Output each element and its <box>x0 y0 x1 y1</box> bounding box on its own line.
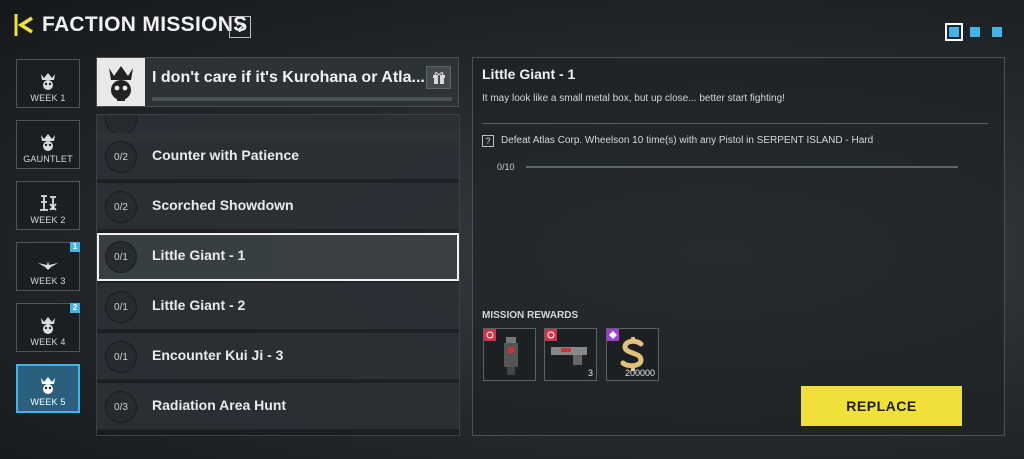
mission-name: Radiation Area Hunt <box>152 397 287 413</box>
notification-badge: 2 <box>70 303 80 313</box>
page-indicator-1[interactable] <box>945 23 963 41</box>
page-indicator-2[interactable] <box>970 27 980 37</box>
pistol-icon <box>551 347 587 365</box>
sidebar-item-week-3[interactable]: WEEK 3 1 <box>16 242 80 291</box>
sidebar-item-label: GAUNTLET <box>23 154 73 164</box>
gift-button[interactable] <box>426 66 451 89</box>
skull-crown-icon <box>41 317 55 334</box>
back-arrow-icon[interactable] <box>14 12 38 38</box>
mission-progress: 0/2 <box>105 141 137 173</box>
page-title: FACTION MISSIONS <box>42 13 248 36</box>
objective-help-icon[interactable]: ? <box>482 135 494 147</box>
skull-crown-icon <box>41 134 55 151</box>
mission-name: Counter with Patience <box>152 147 300 163</box>
sidebar-item-label: WEEK 4 <box>30 337 66 347</box>
mission-progress <box>105 115 137 135</box>
faction-progress-bar <box>152 97 452 101</box>
mission-name: Little Giant - 1 <box>152 247 246 263</box>
skull-crown-icon <box>41 377 55 394</box>
sidebar-item-gauntlet[interactable]: GAUNTLET <box>16 120 80 169</box>
rarity-tag-icon <box>607 329 619 341</box>
divider <box>482 123 988 124</box>
wing-emblem-icon <box>38 261 58 270</box>
cod-points-icon <box>620 337 644 371</box>
mission-row-3[interactable]: 0/1 Little Giant - 1 <box>97 233 459 281</box>
kanji-emblem-icon <box>40 195 57 211</box>
faction-quote: I don't care if it's Kurohana or Atla... <box>152 69 425 86</box>
sidebar-item-week-4[interactable]: WEEK 4 2 <box>16 303 80 352</box>
mission-progress: 0/3 <box>105 391 137 423</box>
rewards-label: MISSION REWARDS <box>482 310 579 321</box>
reward-count: 3 <box>587 368 593 378</box>
objective-progress-text: 0/10 <box>497 162 515 172</box>
sidebar-item-week-2[interactable]: WEEK 2 <box>16 181 80 230</box>
reward-item-2[interactable]: 3 <box>544 328 597 381</box>
mission-row-5[interactable]: 0/1 Encounter Kui Ji - 3 <box>97 333 459 381</box>
mission-progress: 0/1 <box>105 241 137 273</box>
sidebar-item-week-1[interactable]: WEEK 1 <box>16 59 80 108</box>
page-indicator-3[interactable] <box>992 27 1002 37</box>
sidebar-item-label: WEEK 3 <box>30 276 66 286</box>
skull-crown-icon <box>97 58 145 106</box>
rarity-tag-icon <box>545 329 557 341</box>
mission-row-1[interactable]: 0/2 Counter with Patience <box>97 133 459 181</box>
mission-row-4[interactable]: 0/1 Little Giant - 2 <box>97 283 459 331</box>
gift-icon <box>432 72 445 84</box>
objective-text: Defeat Atlas Corp. Wheelson 10 time(s) w… <box>501 135 874 146</box>
mission-name: Scorched Showdown <box>152 197 294 213</box>
skull-crown-icon <box>41 73 55 90</box>
mission-name: Encounter Kui Ji - 3 <box>152 347 284 363</box>
reward-item-3[interactable]: 200000 <box>606 328 659 381</box>
mission-list[interactable]: 0/2 Counter with Patience 0/2 Scorched S… <box>96 114 460 436</box>
weapon-blueprint-icon <box>504 337 518 375</box>
help-button[interactable]: ? <box>229 16 251 38</box>
mission-progress: 0/1 <box>105 291 137 323</box>
notification-badge: 1 <box>70 242 80 252</box>
mission-description: It may look like a small metal box, but … <box>482 93 785 104</box>
mission-name: Little Giant - 2 <box>152 297 246 313</box>
sidebar-item-label: WEEK 2 <box>30 215 66 225</box>
mission-progress: 0/2 <box>105 191 137 223</box>
sidebar-item-label: WEEK 5 <box>30 397 66 407</box>
mission-progress: 0/1 <box>105 341 137 373</box>
replace-button[interactable]: REPLACE <box>801 386 962 426</box>
mission-title: Little Giant - 1 <box>482 66 576 82</box>
sidebar-item-label: WEEK 1 <box>30 93 66 103</box>
rarity-tag-icon <box>484 329 496 341</box>
reward-item-1[interactable] <box>483 328 536 381</box>
mission-row-2[interactable]: 0/2 Scorched Showdown <box>97 183 459 231</box>
sidebar-item-week-5[interactable]: WEEK 5 <box>16 364 80 413</box>
mission-row-6[interactable]: 0/3 Radiation Area Hunt <box>97 383 459 431</box>
objective-progress-bar <box>526 166 958 168</box>
reward-count: 200000 <box>624 368 655 378</box>
